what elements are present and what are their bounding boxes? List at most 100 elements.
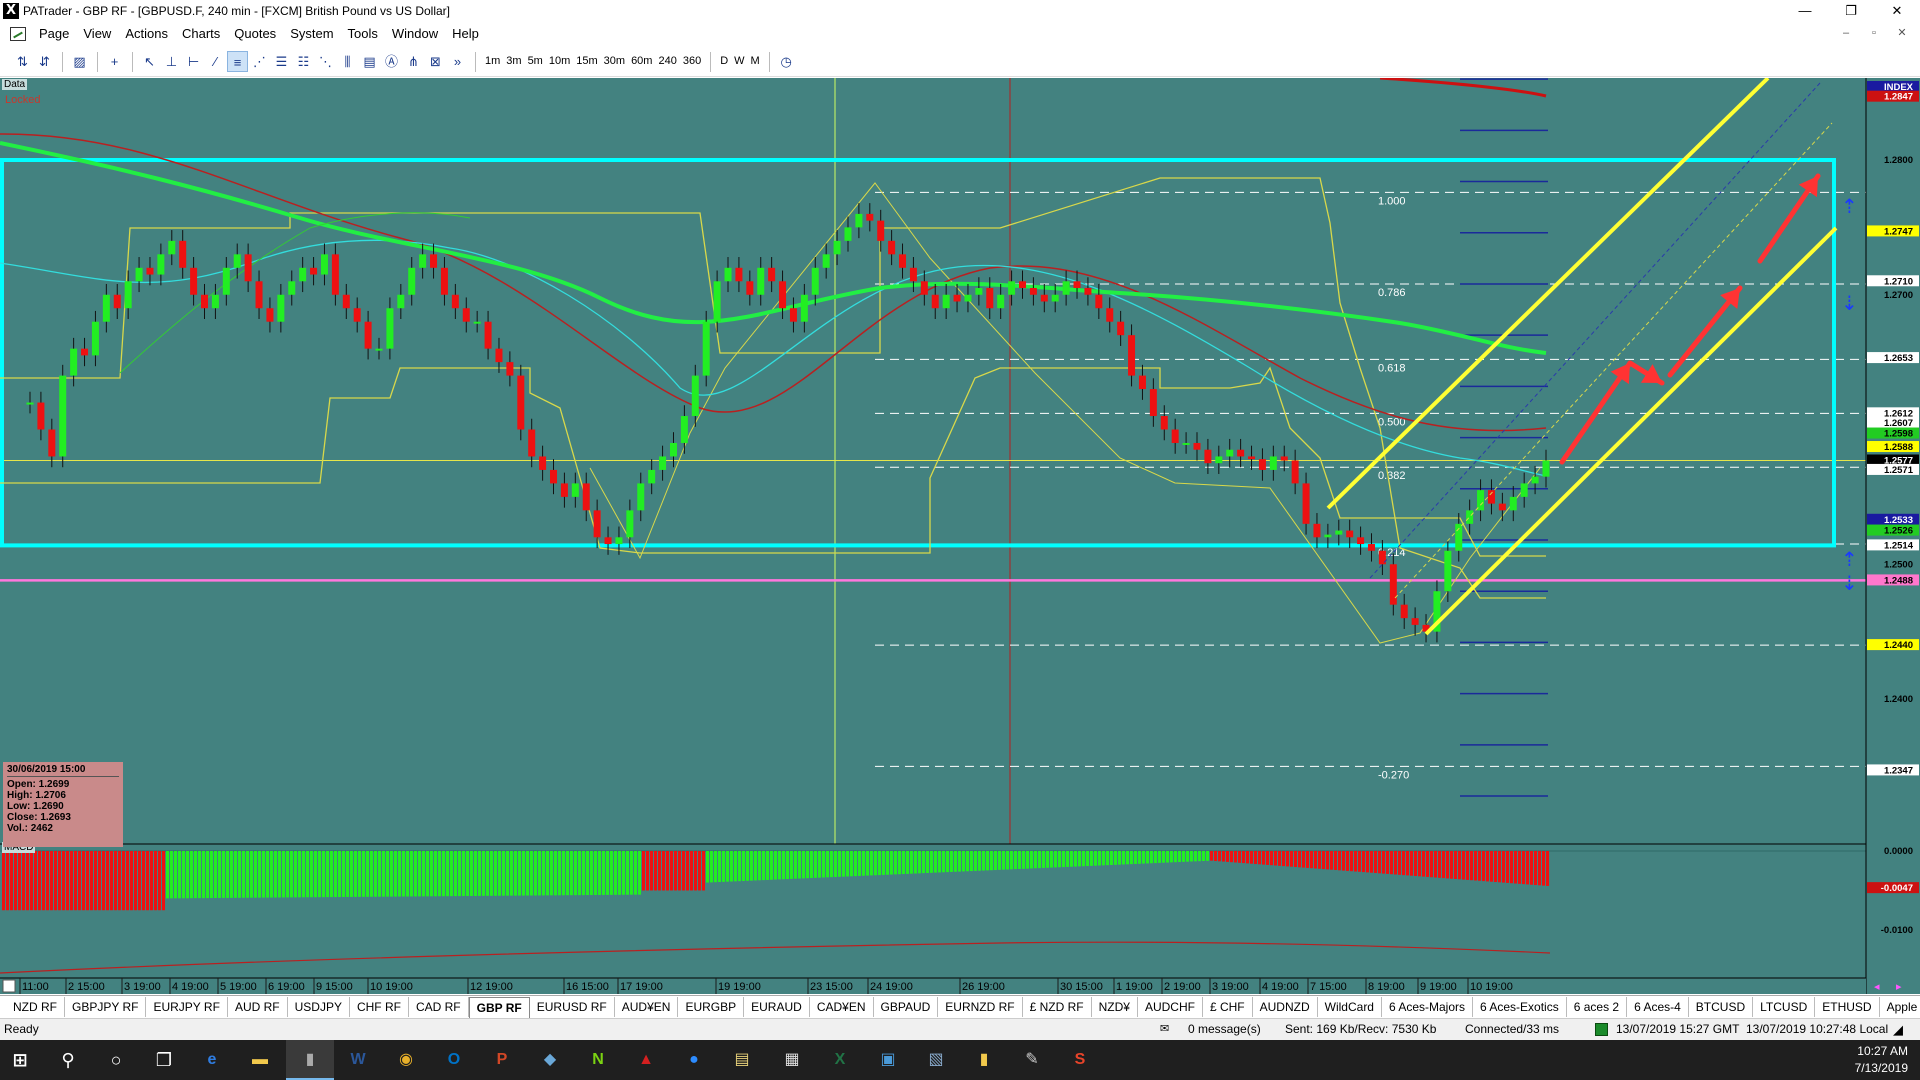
period-daily[interactable]: D [717,51,731,72]
resize-grip-icon[interactable]: ◢ [1893,1022,1903,1038]
symbol-tab[interactable]: GBPJPY RF [65,997,147,1017]
symbol-tab[interactable]: 6 Aces-Majors [1382,997,1474,1017]
period-weekly[interactable]: W [731,51,747,72]
menu-view[interactable]: View [76,23,118,45]
symbol-tab[interactable]: 6 Aces-Exotics [1473,997,1567,1017]
symbol-tab[interactable]: AUD¥EN [615,997,679,1017]
toolbar-overflow-icon[interactable]: » [447,51,468,72]
symbol-tab[interactable]: ETHUSD [1815,997,1880,1017]
menu-system[interactable]: System [283,23,340,45]
symbol-tab[interactable]: WildCard [1318,997,1382,1017]
app-blue-icon[interactable]: ◆ [538,1048,562,1072]
trend-line-icon[interactable]: ∕ [205,51,226,72]
text-tool-icon[interactable]: Ⓐ [381,51,402,72]
timeframe-15m[interactable]: 15m [573,51,600,72]
menu-tools[interactable]: Tools [341,23,385,45]
menu-help[interactable]: Help [445,23,486,45]
patrader-icon[interactable]: ▮ [298,1048,322,1072]
fib-fan-icon[interactable]: ⋰ [249,51,270,72]
menu-quotes[interactable]: Quotes [227,23,283,45]
timeframe-3m[interactable]: 3m [503,51,524,72]
powerpoint-icon[interactable]: P [490,1048,514,1072]
symbol-tab[interactable]: GBP RF [468,996,530,1018]
minimize-button[interactable]: — [1782,0,1828,22]
sell-icon[interactable]: ⇵ [34,51,55,72]
symbol-tab[interactable]: EURJPY RF [146,997,228,1017]
excel-icon[interactable]: X [828,1048,852,1072]
symbol-tab[interactable]: EURNZD RF [938,997,1023,1017]
system-clock[interactable]: 10:27 AM 7/13/2019 [1855,1043,1908,1077]
tool-app-icon[interactable]: ✎ [1020,1048,1044,1072]
period-monthly[interactable]: M [748,51,763,72]
task-view-icon[interactable]: ❐ [152,1048,176,1072]
chrome-icon[interactable]: ◉ [394,1048,418,1072]
timeframe-1m[interactable]: 1m [482,51,503,72]
symbol-tab[interactable]: EURUSD RF [530,997,615,1017]
channel-tool-icon[interactable]: ≡ [227,51,248,72]
symbol-tab[interactable]: GBPAUD [874,997,939,1017]
chart-canvas[interactable]: 1.0000.7860.6180.5000.3820.214-0.270⇡⇣⇡⇣… [0,78,1920,994]
outlook-icon[interactable]: O [442,1048,466,1072]
timeframe-10m[interactable]: 10m [546,51,573,72]
cortana-icon[interactable]: ○ [104,1048,128,1072]
menu-actions[interactable]: Actions [118,23,175,45]
red-app-icon[interactable]: ▲ [634,1048,658,1072]
doc-app-icon[interactable]: ▮ [972,1048,996,1072]
gann-icon[interactable]: ⋱ [315,51,336,72]
symbol-tab[interactable]: £ NZD RF [1023,997,1092,1017]
pitchfork-icon[interactable]: ⋔ [403,51,424,72]
close-button[interactable]: ✕ [1874,0,1920,22]
n-app-icon[interactable]: N [586,1048,610,1072]
menu-page[interactable]: Page [32,23,76,45]
timeframe-360[interactable]: 360 [680,51,704,72]
buy-icon[interactable]: ⇅ [12,51,33,72]
chart-document-icon[interactable] [10,27,26,41]
timeframe-240[interactable]: 240 [655,51,679,72]
start-icon[interactable]: ⊞ [8,1048,32,1072]
symbol-tab[interactable]: Apple [1880,997,1920,1017]
edge-icon[interactable]: e [200,1048,224,1072]
status-messages[interactable]: 0 message(s) [1188,1022,1261,1036]
timeframe-30m[interactable]: 30m [601,51,628,72]
symbol-tab[interactable]: £ CHF [1203,997,1253,1017]
symbol-tab[interactable]: CAD RF [409,997,469,1017]
message-icon[interactable]: ✉ [1160,1022,1169,1035]
s-app-icon[interactable]: S [1068,1048,1092,1072]
calculator-icon[interactable]: ▦ [780,1048,804,1072]
symbol-tab[interactable]: USDJPY [288,997,350,1017]
cycle-lines-icon[interactable]: ⫼ [337,51,358,72]
folder-app-icon[interactable]: ▤ [730,1048,754,1072]
symbol-tab[interactable]: NZD RF [6,997,65,1017]
delete-drawings-icon[interactable]: ⊠ [425,51,446,72]
timeframe-5m[interactable]: 5m [525,51,546,72]
monitor-app-icon[interactable]: ▣ [876,1048,900,1072]
symbol-tab[interactable]: NZD¥ [1092,997,1138,1017]
symbol-tab[interactable]: AUDNZD [1253,997,1318,1017]
symbol-tab[interactable]: EURGBP [678,997,745,1017]
cursor-icon[interactable]: ↖ [139,51,160,72]
restore-button[interactable]: ❐ [1828,0,1874,22]
search-icon[interactable]: ⚲ [56,1048,80,1072]
symbol-tab[interactable]: CHF RF [350,997,409,1017]
symbol-tab[interactable]: 6 Aces-4 [1627,997,1689,1017]
symbol-tab[interactable]: EURAUD [744,997,810,1017]
rectangle-tool-icon[interactable]: ▤ [359,51,380,72]
menu-window[interactable]: Window [385,23,445,45]
mdi-close-button[interactable]: ✕ [1888,23,1916,43]
price-chart[interactable]: 1.000 0.786 0.618 0.500 0.382 0.214 -0.270 ⇡ ⇣ ⇡ ⇣… [0,78,1920,994]
mdi-minimize-button[interactable]: – [1832,23,1860,43]
mdi-restore-button[interactable]: ▫ [1860,23,1888,43]
timeframe-60m[interactable]: 60m [628,51,655,72]
symbol-tab[interactable]: LTCUSD [1753,997,1816,1017]
fib-extension-icon[interactable]: ☷ [293,51,314,72]
crosshair-icon[interactable]: + [104,51,125,72]
chart-type-icon[interactable]: ▨ [69,51,90,72]
patrader-app-icon[interactable]: X [3,3,19,19]
fib-retracement-icon[interactable]: ☰ [271,51,292,72]
symbol-tab[interactable]: AUD RF [228,997,288,1017]
symbol-tab[interactable]: AUDCHF [1138,997,1203,1017]
vertical-line-icon[interactable]: ⊢ [183,51,204,72]
menu-charts[interactable]: Charts [175,23,227,45]
zoom-icon[interactable]: ● [682,1048,706,1072]
symbol-tab[interactable]: BTCUSD [1689,997,1754,1017]
